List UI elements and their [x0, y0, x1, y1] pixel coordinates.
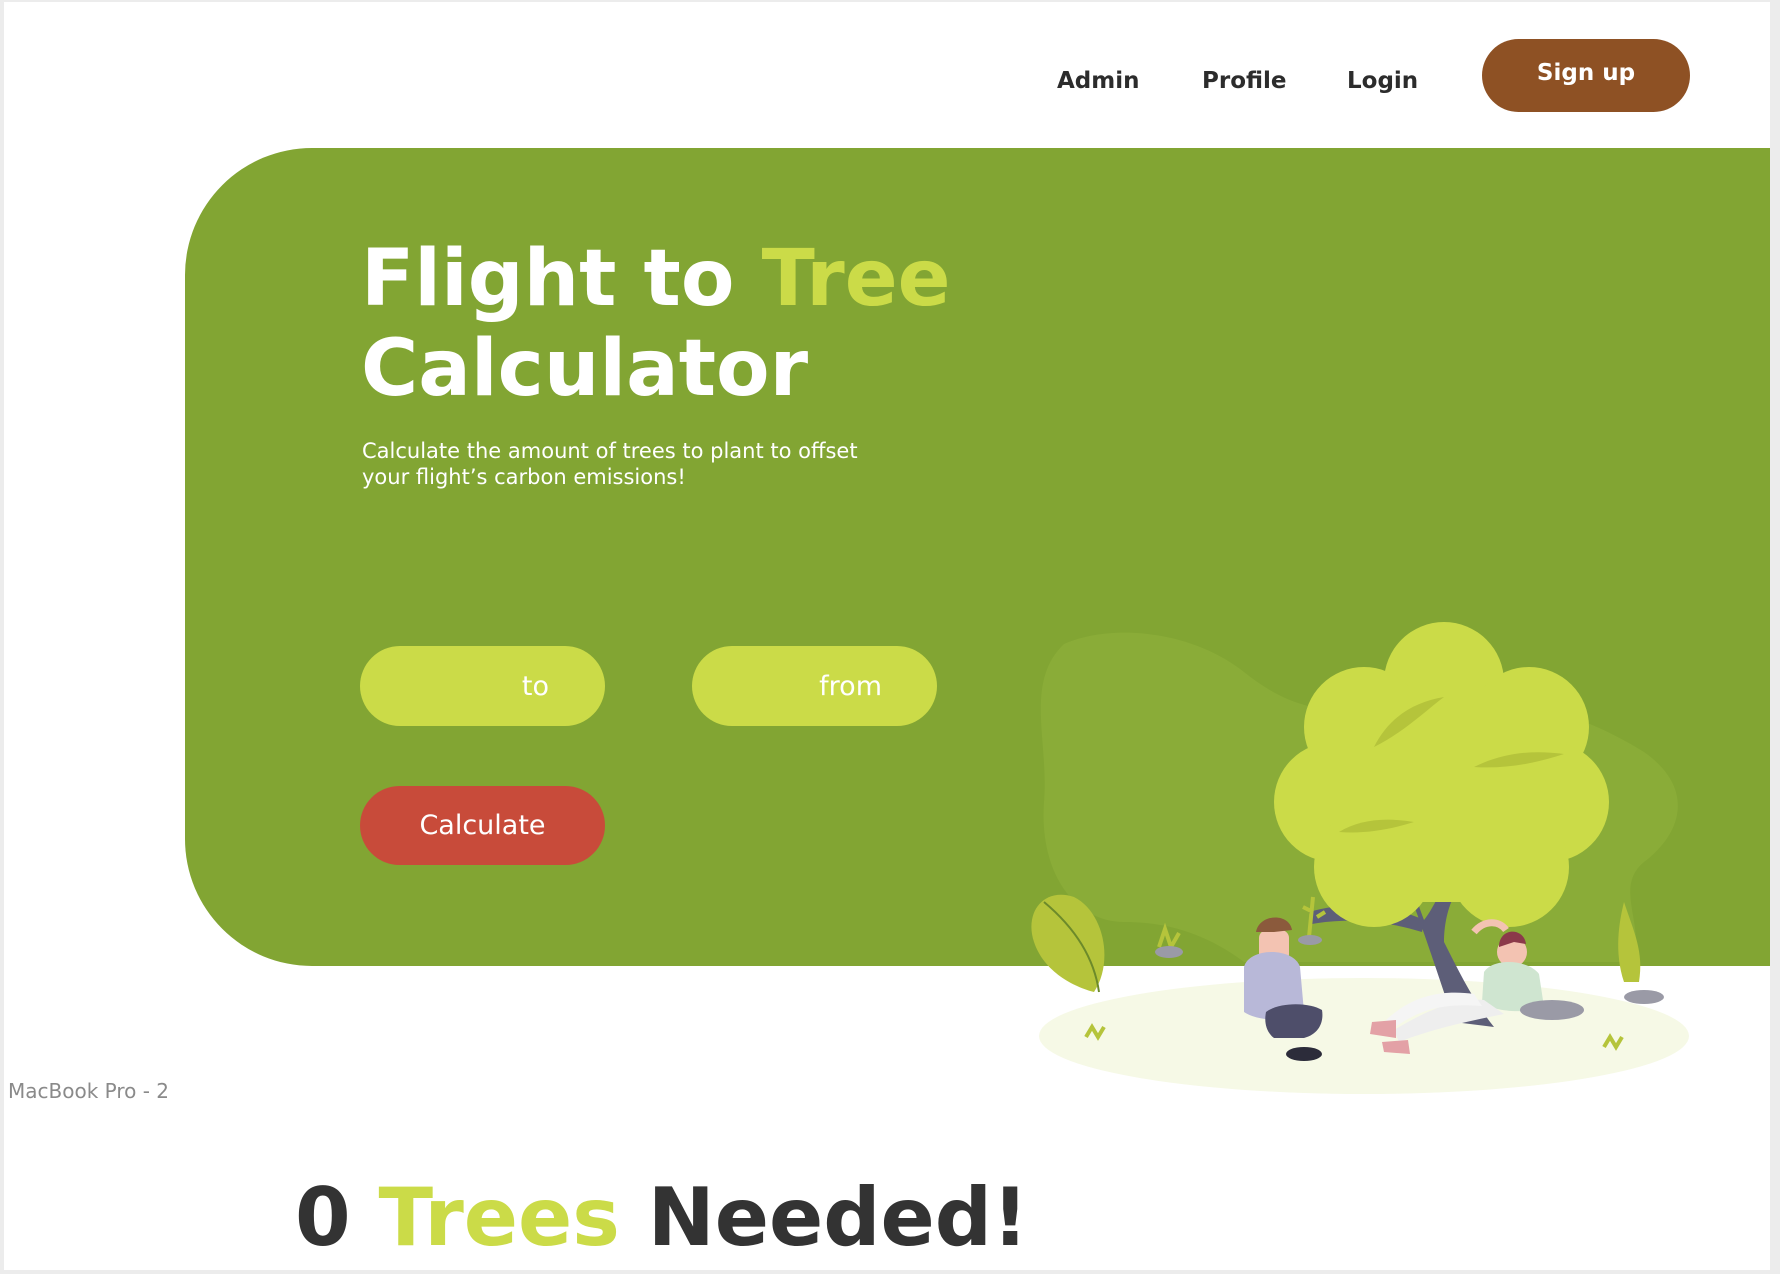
nav-profile-link[interactable]: Profile: [1202, 68, 1287, 94]
from-placeholder: from: [819, 670, 882, 702]
nav-login-link[interactable]: Login: [1347, 68, 1418, 94]
title-part1: Flight to: [361, 234, 762, 324]
needed-word: Needed!: [647, 1171, 1029, 1264]
from-input[interactable]: from: [692, 646, 937, 726]
title-accent: Tree: [761, 234, 951, 324]
hero-subtitle: Calculate the amount of trees to plant t…: [362, 439, 858, 489]
calculate-button[interactable]: Calculate: [360, 786, 605, 865]
tree-canopy: [1274, 622, 1609, 927]
trees-word: Trees: [378, 1171, 620, 1264]
ground-ellipse: [1039, 978, 1689, 1094]
page-title: Flight to Tree Calculator: [361, 234, 951, 414]
signup-button[interactable]: Sign up: [1482, 39, 1690, 112]
page-frame: Admin Profile Login Sign up Flight to Tr…: [4, 2, 1770, 1270]
nav-admin-link[interactable]: Admin: [1057, 68, 1140, 94]
to-input[interactable]: to: [360, 646, 605, 726]
title-line2: Calculator: [361, 324, 809, 414]
people-under-tree-illustration: [1031, 622, 1689, 1094]
to-placeholder: to: [521, 670, 549, 702]
frame-label: MacBook Pro - 2: [8, 1079, 170, 1103]
small-plant: [1157, 922, 1181, 952]
trees-needed-heading: 0 Trees Needed!: [295, 1170, 1029, 1266]
trees-count: 0: [295, 1171, 351, 1264]
